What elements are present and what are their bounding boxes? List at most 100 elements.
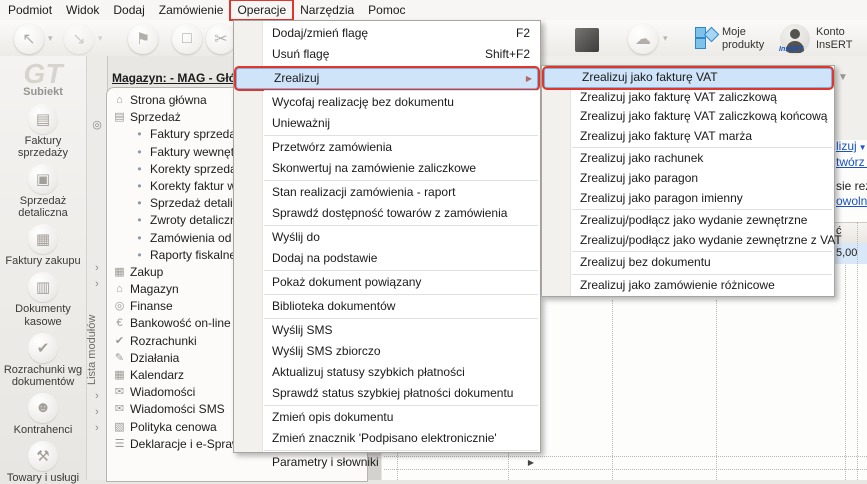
menu-item-parametry-i-słowniki[interactable]: Parametry i słowniki ▶: [234, 452, 540, 473]
filter-link-fragment[interactable]: owolna: [836, 194, 867, 208]
new-document-button[interactable]: □: [172, 24, 202, 54]
sidebar-item-label: Towary i usługi: [6, 471, 80, 484]
zrealizuj-submenu: Zrealizuj jako fakturę VAT Zrealizuj jako…: [541, 65, 842, 297]
menu-item-label: Zmień opis dokumentu: [272, 410, 394, 424]
bullet-icon: •: [137, 178, 142, 193]
moje-produkty-button[interactable]: Moje produkty: [722, 26, 774, 51]
pin-icon[interactable]: ◎: [87, 118, 107, 131]
menu-item-zmień-znacznik-podpisano-elektronicznie[interactable]: Zmień znacznik 'Podpisano elektronicznie…: [234, 428, 540, 449]
cube-icon[interactable]: [575, 28, 599, 52]
tree-item-icon: ◎: [114, 300, 125, 313]
insert-badge: InsERT: [779, 46, 803, 53]
sidebar-item-label: Faktury zakupu: [5, 255, 81, 268]
menu-item-zrealizuj-jako-fakturę-vat-zaliczkową-końcową[interactable]: Zrealizuj jako fakturę VAT zaliczkową ko…: [542, 107, 834, 127]
menu-item-zmień-opis-dokumentu[interactable]: Zmień opis dokumentu: [234, 407, 540, 428]
menu-item-zrealizuj-jako-zamówienie-różnicowe[interactable]: Zrealizuj jako zamówienie różnicowe: [542, 276, 834, 296]
tree-item-label: Finanse: [130, 299, 173, 314]
modules-strip[interactable]: ◎ › › › › ›: [86, 56, 108, 480]
menu-item-zrealizuj[interactable]: Zrealizuj ▶: [234, 66, 540, 91]
forward-dropdown-caret-icon[interactable]: ▾: [98, 33, 103, 44]
bullet-icon: •: [137, 127, 142, 142]
sidebar-item-kontrahenci[interactable]: ☻ Kontrahenci: [1, 392, 85, 436]
chevron-icon[interactable]: ›: [87, 278, 107, 290]
menu-item-zrealizuj-jako-fakturę-vat-marża[interactable]: Zrealizuj jako fakturę VAT marża: [542, 127, 834, 147]
menu-item-biblioteka-dokumentów[interactable]: Biblioteka dokumentów: [234, 296, 540, 317]
przetworz-link-fragment[interactable]: twórz z: [836, 155, 867, 169]
cloud-button[interactable]: ☁: [628, 24, 658, 54]
menu-item-zrealizuj-podłącz-jako-wydanie-zewnętrzne[interactable]: Zrealizuj/podłącz jako wydanie zewnętrzn…: [542, 211, 834, 231]
tree-item-label: Kalendarz: [130, 368, 185, 382]
menu-item-dodaj-na-podstawie[interactable]: Dodaj na podstawie: [234, 248, 540, 269]
menu-item-stan-realizacji-zamówienia-raport[interactable]: Stan realizacji zamówienia - raport: [234, 182, 540, 203]
moje-produkty-icon[interactable]: [695, 26, 720, 49]
menu-item-label: Pokaż dokument powiązany: [272, 275, 422, 289]
menu-item-zrealizuj-jako-paragon-imienny[interactable]: Zrealizuj jako paragon imienny: [542, 189, 834, 209]
menu-item-label: Zrealizuj jako paragon: [580, 170, 699, 185]
sidebar-item-faktury-sprzedaży[interactable]: ▤ Faktury sprzedaży: [1, 104, 85, 159]
menu-item-wyślij-do[interactable]: Wyślij do: [234, 227, 540, 248]
tree-item-label: Zakup: [130, 264, 164, 279]
konto-insert-button[interactable]: Konto InsERT: [816, 26, 862, 51]
menu-item-zrealizuj-jako-fakturę-vat-zaliczkową[interactable]: Zrealizuj jako fakturę VAT zaliczkową: [542, 88, 834, 108]
menu-item-zrealizuj-jako-fakturę-vat[interactable]: Zrealizuj jako fakturę VAT: [542, 66, 834, 90]
menu-item-zrealizuj-bez-dokumentu[interactable]: Zrealizuj bez dokumentu: [542, 253, 834, 273]
sidebar-item-sprzedaż-detaliczna[interactable]: ▣ Sprzedaż detaliczna: [1, 164, 85, 219]
menu-item-unieważnij[interactable]: Unieważnij: [234, 113, 540, 134]
back-arrow-button[interactable]: ↖: [14, 24, 44, 54]
sidebar-item-label: Faktury sprzedaży: [17, 135, 69, 160]
flag-button[interactable]: ⚑: [128, 24, 158, 54]
menu-item-dodaj-zmień-flagę[interactable]: Dodaj/zmień flagę F2: [234, 23, 540, 44]
menu-item-zrealizuj-jako-rachunek[interactable]: Zrealizuj jako rachunek: [542, 149, 834, 169]
menu-item-label: Zrealizuj jako rachunek: [580, 151, 704, 166]
app-name: Subiekt: [23, 86, 63, 98]
tree-item-label: Raporty fiskalne: [150, 247, 237, 262]
menu-item-skonwertuj-na-zamówienie-zaliczkowe[interactable]: Skonwertuj na zamówienie zaliczkowe: [234, 158, 540, 179]
tree-item-icon: ▦: [114, 265, 125, 278]
modules-strip-label: Lista modułów: [86, 314, 98, 386]
tree-item-icon: ▧: [114, 420, 125, 433]
sidebar-item-faktury-zakupu[interactable]: ▦ Faktury zakupu: [1, 224, 85, 267]
sidebar-item-rozrachunki-wg-dokumentów[interactable]: ✔ Rozrachunki wg dokumentów: [1, 332, 85, 388]
menubar-item-narzędzia[interactable]: Narzędzia: [293, 0, 361, 20]
menu-item-przetwórz-zamówienia[interactable]: Przetwórz zamówienia: [234, 137, 540, 158]
menu-item-sprawdź-status-szybkiej-płatności-dokumentu[interactable]: Sprawdź status szybkiej płatności dokume…: [234, 383, 540, 404]
sidebar-item-dokumenty-kasowe[interactable]: ▥ Dokumenty kasowe: [1, 272, 85, 328]
sidebar-item-towary-i-usługi[interactable]: ⚒ Towary i usługi: [1, 440, 85, 484]
menubar-item-podmiot[interactable]: Podmiot: [1, 0, 59, 20]
tree-item-label: Wiadomości SMS: [130, 402, 225, 417]
menubar-item-dodaj[interactable]: Dodaj: [106, 0, 151, 20]
back-dropdown-caret-icon[interactable]: ▾: [48, 33, 53, 44]
menu-item-wyślij-sms[interactable]: Wyślij SMS: [234, 320, 540, 341]
contractors-icon: ☻: [28, 392, 58, 423]
menu-item-label: Wycofaj realizację bez dokumentu: [272, 95, 454, 109]
tree-item-label: Wiadomości: [130, 385, 196, 400]
bullet-icon: •: [137, 213, 142, 228]
menu-item-wyślij-sms-zbiorczo[interactable]: Wyślij SMS zbiorczo: [234, 341, 540, 362]
menubar-item-zamówienie[interactable]: Zamówienie: [152, 0, 231, 20]
menubar-item-operacje[interactable]: Operacje: [229, 0, 295, 21]
chevron-icon[interactable]: ›: [87, 422, 107, 434]
cloud-dropdown-caret-icon[interactable]: ▾: [663, 33, 668, 44]
menubar-item-widok[interactable]: Widok: [59, 0, 106, 20]
menu-item-label: Stan realizacji zamówienia - raport: [272, 185, 456, 199]
menu-item-label: Aktualizuj statusy szybkich płatności: [272, 365, 465, 379]
modules-sidebar: GT Subiekt ▤ Faktury sprzedaży ▣ Sprzedaż d…: [0, 56, 86, 484]
menu-item-wycofaj-realizację-bez-dokumentu[interactable]: Wycofaj realizację bez dokumentu: [234, 92, 540, 113]
zrealizuj-link-fragment[interactable]: lizuj ▼: [836, 139, 867, 153]
menu-item-pokaż-dokument-powiązany[interactable]: Pokaż dokument powiązany: [234, 272, 540, 293]
cut-document-button[interactable]: ✂: [206, 24, 236, 54]
menu-item-label: Zrealizuj jako fakturę VAT zaliczkową: [580, 89, 777, 104]
menu-item-label: Zrealizuj jako fakturę VAT zaliczkową ko…: [580, 109, 828, 124]
forward-arrow-button[interactable]: ↘: [64, 24, 94, 54]
menu-item-sprawdź-dostępność-towarów-z-zamówienia[interactable]: Sprawdź dostępność towarów z zamówienia: [234, 203, 540, 224]
menubar-item-pomoc[interactable]: Pomoc: [361, 0, 412, 20]
menu-item-usuń-flagę[interactable]: Usuń flagę Shift+F2: [234, 44, 540, 65]
chevron-icon[interactable]: ›: [87, 406, 107, 418]
menu-item-label: Biblioteka dokumentów: [272, 299, 396, 313]
menu-item-aktualizuj-statusy-szybkich-płatności[interactable]: Aktualizuj statusy szybkich płatności: [234, 362, 540, 383]
chevron-icon[interactable]: ›: [87, 262, 107, 274]
menu-item-zrealizuj-jako-paragon[interactable]: Zrealizuj jako paragon: [542, 169, 834, 189]
bullet-icon: •: [137, 196, 142, 211]
settlements-by-documents-icon: ✔: [28, 332, 58, 363]
menu-item-zrealizuj-podłącz-jako-wydanie-zewnętrzne-z-vat[interactable]: Zrealizuj/podłącz jako wydanie zewnętrzn…: [542, 231, 842, 251]
